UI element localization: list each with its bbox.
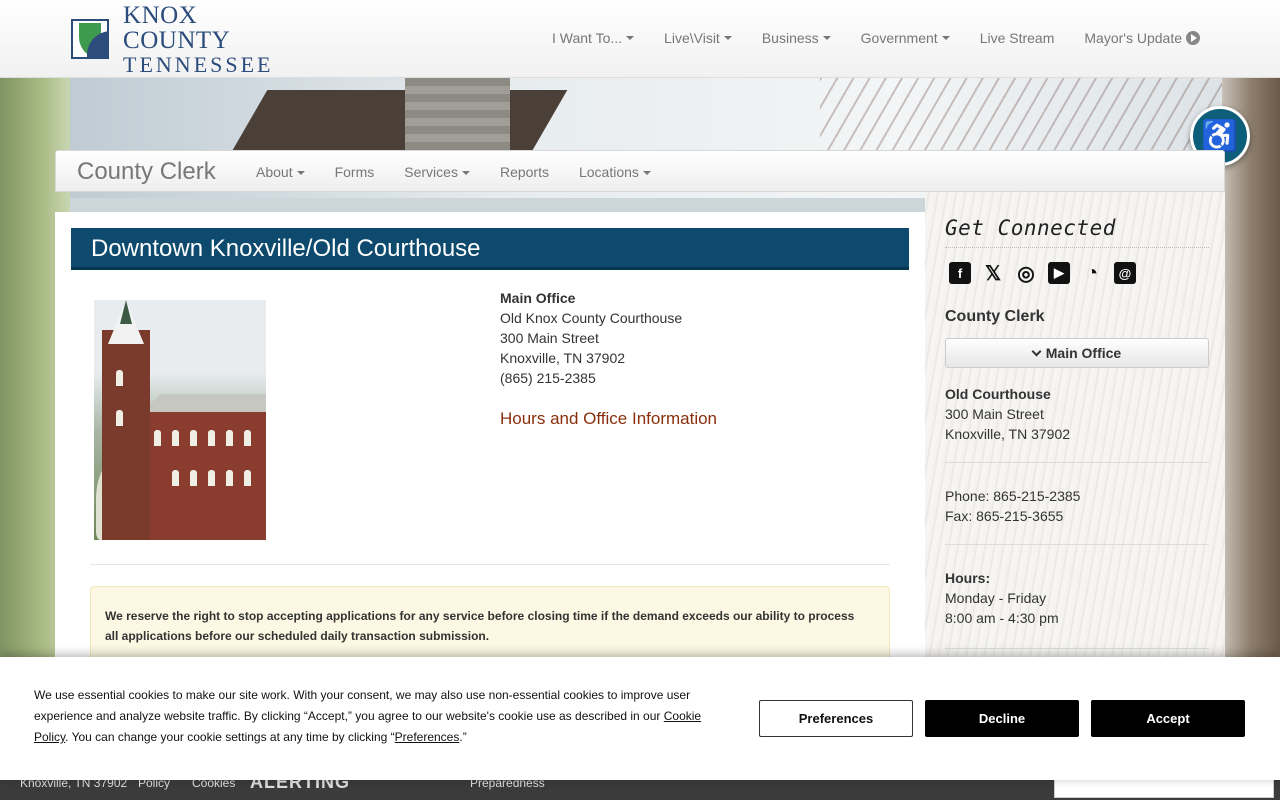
facebook-icon[interactable]: f: [949, 262, 971, 284]
content-divider: [90, 564, 890, 565]
cookie-text: . You can change your cookie settings at…: [65, 730, 395, 744]
nav-label: Live Stream: [979, 30, 1055, 46]
sidebar-department-heading: County Clerk: [945, 308, 1045, 325]
instagram-icon[interactable]: ◎: [1015, 262, 1037, 285]
subnav-reports[interactable]: Reports: [500, 164, 549, 180]
sidebar-contact: Phone: 865-215-2385 Fax: 865-215-3655: [945, 486, 1080, 526]
subnav-label: Reports: [499, 164, 549, 180]
get-connected-heading: Get Connected: [945, 212, 1209, 248]
subnav-locations[interactable]: Locations: [579, 164, 651, 180]
sidebar-hours: Hours: Monday - Friday 8:00 am - 4:30 pm: [945, 568, 1059, 628]
x-icon[interactable]: 𝕏: [982, 262, 1004, 285]
caret-down-icon: [642, 171, 651, 176]
sidebar-city: Knoxville, TN 37902: [945, 426, 1071, 442]
accept-button[interactable]: Accept: [1091, 700, 1245, 737]
site-logo[interactable]: KNOX COUNTY TENNESSEE: [71, 3, 301, 75]
office-street: 300 Main Street: [500, 330, 599, 346]
nav-label: I Want To...: [552, 30, 623, 46]
cookie-text: We use essential cookies to make our sit…: [34, 688, 691, 723]
wheelchair-icon: ♿: [1201, 119, 1239, 153]
nav-government[interactable]: Government: [861, 30, 950, 46]
nav-i-want-to[interactable]: I Want To...: [552, 30, 635, 46]
alert-line-2: all applications before our scheduled da…: [105, 629, 490, 643]
logo-line-1: KNOX COUNTY: [123, 1, 231, 54]
site-header: KNOX COUNTY TENNESSEE I Want To... Live\…: [0, 0, 1280, 78]
nav-label: Mayor's Update: [1084, 30, 1182, 46]
chevron-down-icon: [1031, 346, 1042, 356]
subnav-services[interactable]: Services: [404, 164, 470, 180]
courthouse-photo: [94, 300, 266, 540]
email-icon[interactable]: @: [1114, 262, 1136, 284]
background-chimney: [405, 78, 510, 150]
logo-text: KNOX COUNTY TENNESSEE: [123, 3, 301, 76]
nav-label: Government: [860, 30, 938, 46]
nav-mayors-update[interactable]: Mayor's Update: [1084, 30, 1200, 46]
office-name: Old Knox County Courthouse: [500, 310, 683, 326]
caret-down-icon: [296, 171, 305, 176]
sidebar-location-name: Old Courthouse: [945, 386, 1051, 402]
play-circle-icon: [1186, 31, 1200, 45]
office-city: Knoxville, TN 37902: [500, 350, 626, 366]
background-roof: [232, 90, 568, 150]
department-links: About Forms Services Reports Locations: [256, 164, 651, 180]
sidebar-divider: [945, 462, 1209, 463]
subnav-about[interactable]: About: [256, 164, 305, 180]
page-title: Downtown Knoxville/Old Courthouse: [71, 228, 909, 270]
sidebar-fax: Fax: 865-215-3655: [945, 508, 1064, 524]
sidebar-divider: [945, 648, 1209, 649]
sidebar-phone[interactable]: Phone: 865-215-2385: [945, 486, 1080, 506]
cookie-text: .”: [459, 730, 467, 744]
sidebar-address: Old Courthouse 300 Main Street Knoxville…: [945, 384, 1070, 444]
caret-down-icon: [461, 171, 470, 176]
caret-down-icon: [941, 36, 950, 40]
subnav-label: About: [256, 164, 293, 180]
subnav-label: Services: [404, 164, 458, 180]
department-brand[interactable]: County Clerk: [77, 158, 216, 186]
youtube-icon[interactable]: ▶: [1048, 262, 1070, 284]
office-phone[interactable]: (865) 215-2385: [500, 368, 717, 388]
sidebar-street: 300 Main Street: [945, 406, 1044, 422]
cookie-preferences-link[interactable]: Preferences: [395, 730, 460, 744]
social-links: f 𝕏 ◎ ▶ ◔ @: [949, 262, 1136, 285]
sidebar-hours-time: 8:00 am - 4:30 pm: [945, 610, 1059, 626]
top-nav: I Want To... Live\Visit Business Governm…: [552, 30, 1200, 46]
location-dropdown-label: Main Office: [1045, 345, 1122, 361]
office-heading: Main Office: [500, 290, 576, 306]
subnav-label: Locations: [578, 164, 639, 180]
preferences-button[interactable]: Preferences: [759, 700, 913, 737]
sidebar-hours-label: Hours:: [945, 570, 991, 586]
caret-down-icon: [723, 36, 732, 40]
nav-live-stream[interactable]: Live Stream: [980, 30, 1055, 46]
cookie-message: We use essential cookies to make our sit…: [34, 685, 714, 748]
nav-label: Business: [761, 30, 819, 46]
logo-line-2: TENNESSEE: [123, 51, 274, 77]
caret-down-icon: [626, 36, 635, 40]
office-address: Main Office Old Knox County Courthouse 3…: [500, 288, 717, 429]
hours-info-link[interactable]: Hours and Office Information: [500, 409, 717, 429]
nav-business[interactable]: Business: [762, 30, 831, 46]
caret-down-icon: [822, 36, 831, 40]
logo-mark-icon: [71, 19, 110, 59]
location-dropdown-button[interactable]: Main Office: [945, 338, 1209, 368]
sidebar-hours-days: Monday - Friday: [945, 590, 1047, 606]
department-nav: County Clerk About Forms Services Report…: [55, 150, 1225, 192]
subnav-forms[interactable]: Forms: [335, 164, 375, 180]
rss-icon[interactable]: ◔: [1081, 262, 1103, 284]
cookie-banner: We use essential cookies to make our sit…: [0, 657, 1280, 780]
nav-live-visit[interactable]: Live\Visit: [664, 30, 732, 46]
alert-line-1: We reserve the right to stop accepting a…: [105, 609, 855, 623]
subnav-label: Forms: [334, 164, 375, 180]
nav-label: Live\Visit: [664, 30, 720, 46]
notice-alert: We reserve the right to stop accepting a…: [90, 586, 890, 666]
sidebar-divider: [945, 544, 1209, 545]
decline-button[interactable]: Decline: [925, 700, 1079, 737]
